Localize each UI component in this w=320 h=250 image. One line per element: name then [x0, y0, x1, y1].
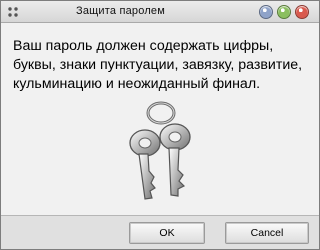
dialog-message: Ваш пароль должен содержать цифры, буквы… — [13, 38, 303, 92]
title-bar[interactable]: Защита паролем — [1, 1, 319, 23]
password-dialog-window: Защита паролем Ваш пароль должен содержа… — [0, 0, 320, 250]
window-title: Защита паролем — [76, 5, 166, 17]
close-icon[interactable] — [295, 5, 309, 19]
cancel-button[interactable]: Cancel — [225, 222, 309, 244]
minimize-icon[interactable] — [259, 5, 273, 19]
maximize-icon[interactable] — [277, 5, 291, 19]
keys-icon — [129, 101, 191, 200]
window-menu-icon[interactable] — [7, 6, 19, 18]
ok-button[interactable]: OK — [129, 222, 205, 244]
